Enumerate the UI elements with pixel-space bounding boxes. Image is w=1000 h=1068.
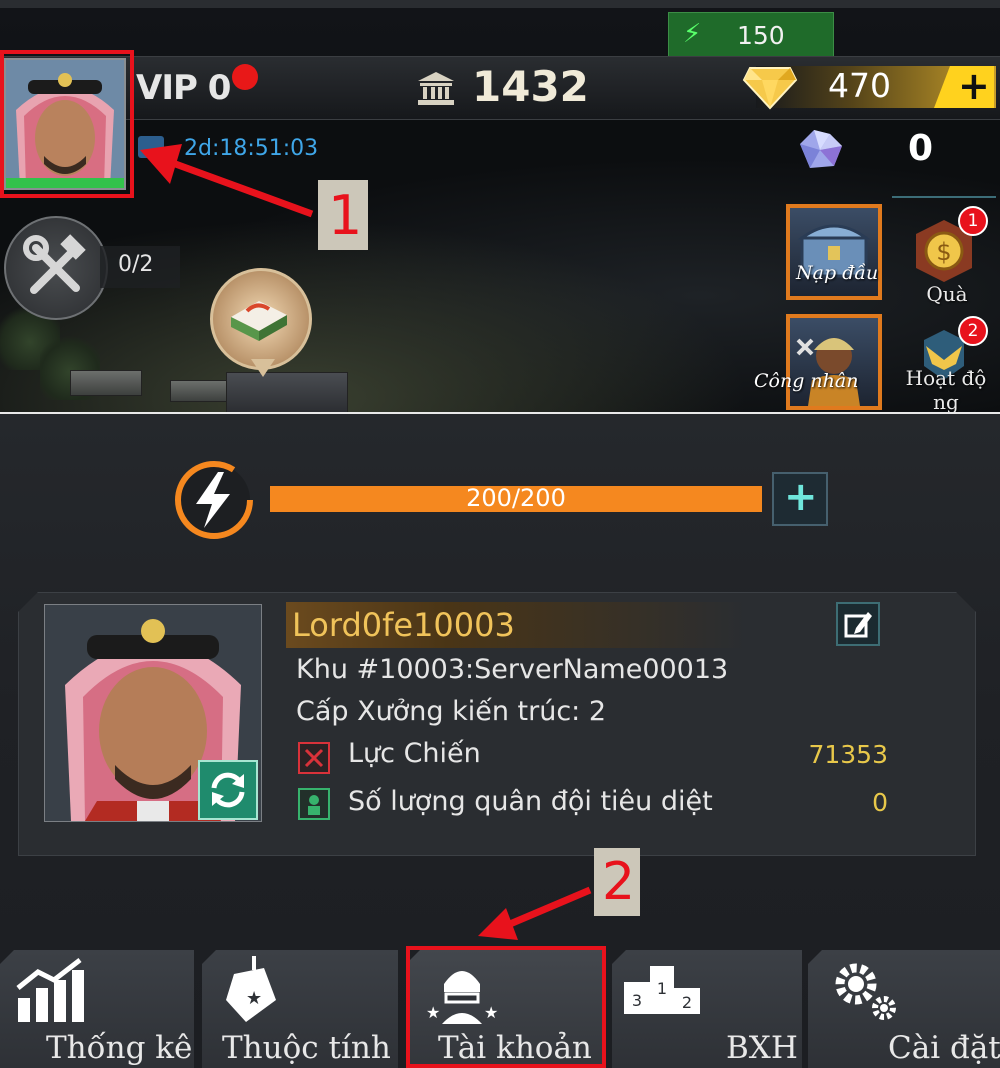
tab-ranking[interactable]: 3 1 2 BXH [612, 950, 802, 1068]
tab-settings-label: Cài đặt [888, 1030, 1000, 1066]
tab-ranking-label: BXH [726, 1030, 798, 1066]
gears-icon [835, 963, 896, 1020]
tab-settings[interactable]: Cài đặt [808, 950, 1000, 1068]
svg-text:3: 3 [632, 991, 642, 1010]
svg-text:2: 2 [682, 993, 692, 1012]
tab-statistics-label: Thống kê [46, 1030, 193, 1066]
svg-text:1: 1 [657, 979, 667, 998]
stats-chart-icon [16, 958, 84, 1022]
tab-attributes[interactable]: ★ Thuộc tính [202, 950, 398, 1068]
step2-number: 2 [602, 852, 636, 912]
step2-arrow [478, 886, 592, 940]
tab-attributes-label: Thuộc tính [222, 1030, 391, 1066]
podium-icon: 3 1 2 [624, 966, 700, 1014]
tag-icon: ★ [226, 956, 276, 1022]
tab-statistics[interactable]: Thống kê [0, 950, 194, 1068]
svg-text:★: ★ [246, 988, 262, 1009]
step2-highlight-box [406, 946, 606, 1068]
step2-label: 2 [594, 848, 640, 916]
